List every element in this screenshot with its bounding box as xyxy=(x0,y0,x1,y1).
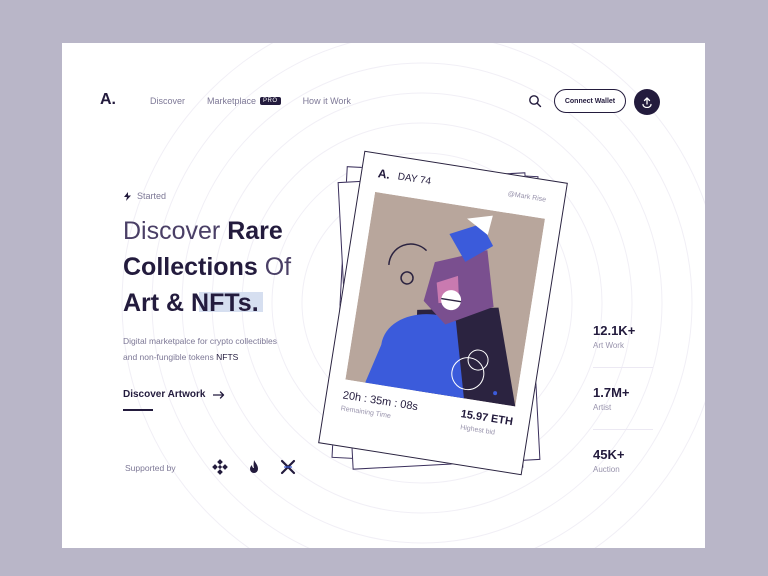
card-price-label: Highest bid xyxy=(459,424,496,437)
hero-description: Digital marketpalce for crypto collectib… xyxy=(123,333,313,365)
search-icon[interactable] xyxy=(528,94,542,108)
stat-value: 1.7M+ xyxy=(593,385,630,400)
supported-logos xyxy=(212,459,296,475)
headline-part: Rare xyxy=(227,217,283,245)
upload-button[interactable] xyxy=(634,89,660,115)
nav-item-label: Discover xyxy=(150,96,186,106)
card-logo: A. xyxy=(376,166,392,182)
connect-wallet-button[interactable]: Connect Wallet xyxy=(554,89,626,113)
stat-value: 45K+ xyxy=(593,447,625,462)
headline-part: Discover xyxy=(123,217,228,245)
card-day: DAY 74 xyxy=(396,171,432,188)
stat-divider xyxy=(593,429,653,430)
desc-line: Digital marketpalce for crypto collectib… xyxy=(123,336,278,346)
binance-icon[interactable] xyxy=(212,459,228,475)
stat-label: Artist xyxy=(593,403,612,412)
nav-item-how-it-work[interactable]: How it Work xyxy=(303,96,351,106)
nav-item-label: Marketplace xyxy=(207,96,257,106)
landing-page: A. Discover Marketplace PRO How it Work … xyxy=(62,43,705,548)
stat-label: Art Work xyxy=(593,341,624,350)
pro-badge: PRO xyxy=(260,97,281,105)
flame-icon[interactable] xyxy=(246,459,262,475)
desc-line: and non-fungible tokens xyxy=(123,352,217,362)
stat-divider xyxy=(593,367,653,368)
headline-part: Collections xyxy=(123,253,258,281)
nft-artwork xyxy=(345,191,545,407)
arrow-right-icon xyxy=(213,390,225,399)
stat-artwork: 12.1K+ Art Work xyxy=(593,323,673,350)
bolt-icon xyxy=(124,191,131,201)
cta-underline xyxy=(123,409,153,411)
nav-item-discover[interactable]: Discover xyxy=(150,96,185,106)
nav-item-label: How it Work xyxy=(302,96,351,106)
desc-emphasis: NFTS xyxy=(216,352,239,362)
stat-artist: 1.7M+ Artist xyxy=(593,385,673,412)
nav-item-marketplace[interactable]: Marketplace PRO xyxy=(207,96,281,106)
headline-part: Of xyxy=(257,253,292,281)
stat-value: 12.1K+ xyxy=(593,323,636,338)
hero-headline: Discover Rare Collections Of Art & NFTs. xyxy=(123,213,291,321)
brand-logo[interactable]: A. xyxy=(100,91,116,109)
discover-artwork-label: Discover Artwork xyxy=(123,389,206,400)
card-handle[interactable]: @Mark Rise xyxy=(507,191,546,204)
stat-label: Auction xyxy=(593,465,620,474)
stat-auction: 45K+ Auction xyxy=(593,447,673,474)
upload-icon xyxy=(642,97,652,108)
started-label: Started xyxy=(137,191,167,201)
x-icon[interactable] xyxy=(280,459,296,475)
discover-artwork-link[interactable]: Discover Artwork xyxy=(123,389,225,400)
main-nav: Discover Marketplace PRO How it Work xyxy=(150,96,351,106)
headline-part: Art & NFTs. xyxy=(123,289,259,317)
supported-by-label: Supported by xyxy=(125,463,176,473)
started-tag: Started xyxy=(124,191,166,201)
